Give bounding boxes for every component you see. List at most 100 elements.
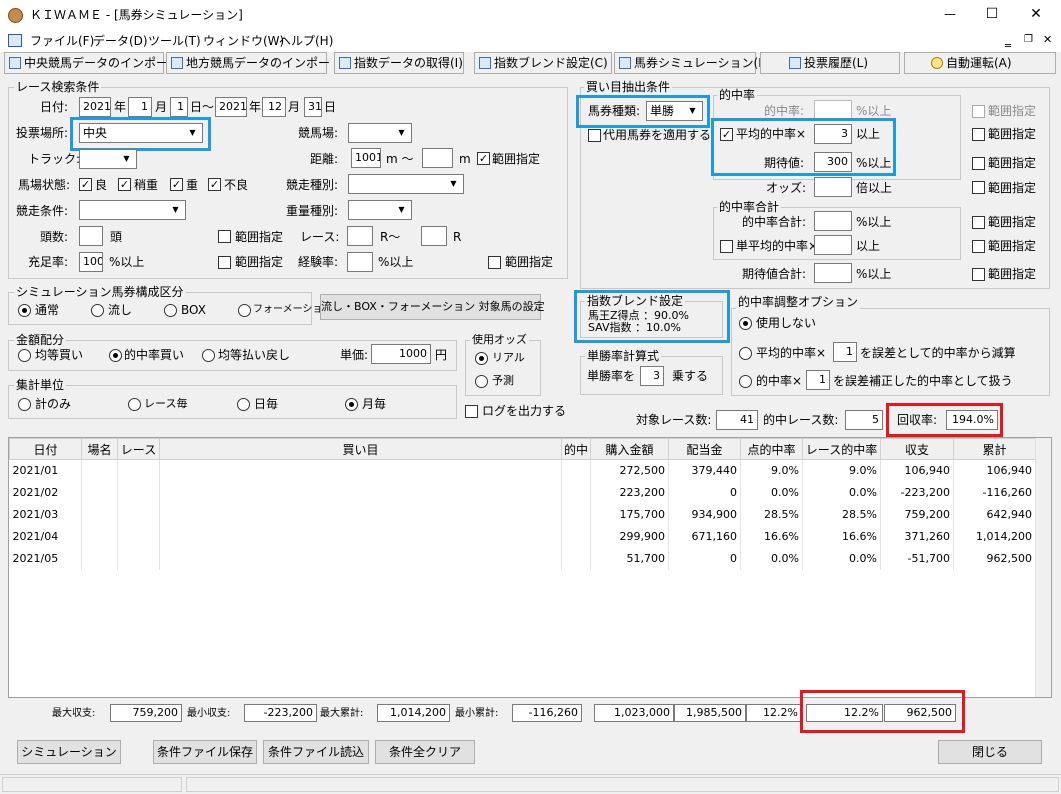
col-race-rate[interactable]: レース的中率 — [802, 438, 881, 460]
load-conditions-button[interactable]: 条件ファイル読込 — [263, 740, 369, 764]
single-range-checkbox[interactable] — [972, 240, 985, 253]
menu-help[interactable]: ヘルプ(H) — [279, 33, 333, 49]
col-bet[interactable]: 買い目 — [159, 438, 562, 460]
hitsum-input[interactable] — [814, 211, 852, 231]
hitrate-input[interactable] — [814, 100, 852, 120]
to-day[interactable]: 31 — [304, 97, 322, 117]
menu-data[interactable]: データ(D) — [93, 33, 148, 49]
save-conditions-button[interactable]: 条件ファイル保存 — [153, 740, 257, 764]
exp-input[interactable] — [347, 252, 373, 272]
clear-conditions-button[interactable]: 条件全クリア — [375, 740, 475, 764]
menu-file[interactable]: ファイル(F) — [30, 33, 94, 49]
course-select[interactable]: ▼ — [348, 123, 412, 143]
adjust-subtract-radio[interactable] — [739, 347, 752, 360]
odds-predict-radio[interactable] — [475, 375, 488, 388]
col-date[interactable]: 日付 — [9, 438, 82, 460]
to-month[interactable]: 12 — [262, 97, 286, 117]
tab-blend-settings[interactable]: 指数ブレンド設定(C) — [474, 52, 612, 74]
log-output-checkbox[interactable] — [465, 405, 478, 418]
mdi-restore-icon[interactable]: ❐ — [1024, 32, 1033, 48]
col-race[interactable]: レース — [117, 438, 160, 460]
cond-heavy-checkbox[interactable]: ✓ — [170, 178, 183, 191]
tab-get-index[interactable]: 指数データの取得(I) — [334, 52, 464, 74]
tab-import-central[interactable]: 中央競馬データのインポート(J) — [4, 52, 193, 74]
race-to-input[interactable] — [421, 226, 447, 246]
heads-input[interactable] — [79, 226, 103, 246]
grid-scrollbar[interactable] — [1035, 438, 1051, 697]
cond-good-checkbox[interactable]: ✓ — [79, 178, 92, 191]
formula-input[interactable]: 3 — [640, 366, 664, 386]
close-button[interactable]: 閉じる — [938, 740, 1042, 764]
amount-equal-radio[interactable] — [18, 349, 31, 362]
amount-refund-radio[interactable] — [202, 349, 215, 362]
adjust-subtract-input[interactable]: 1 — [833, 342, 857, 362]
table-row[interactable]: 2021/04 299,900 671,160 16.6% 16.6% 371,260 1,… — [9, 525, 1036, 548]
table-row[interactable]: 2021/02 223,200 0 0.0% 0.0% -223,200 -116,260 — [9, 481, 1036, 504]
table-row[interactable]: 2021/01 272,500 379,440 9.0% 9.0% 106,940 106,… — [9, 459, 1036, 482]
fill-input[interactable]: 100 — [79, 252, 103, 272]
minimize-button[interactable]: — — [938, 6, 962, 22]
col-payout[interactable]: 配当金 — [668, 438, 741, 460]
race-cond-select[interactable]: ▼ — [79, 200, 186, 220]
tab-auto-run[interactable]: 自動運転(A) — [904, 52, 1056, 74]
target-horse-settings-button[interactable]: 流し・BOX・フォーメーション 対象馬の設定 — [320, 294, 545, 320]
hitsum-range-checkbox[interactable] — [972, 216, 985, 229]
col-cumulative[interactable]: 累計 — [953, 438, 1036, 460]
heads-range-checkbox[interactable] — [218, 230, 231, 243]
agg-day-radio[interactable] — [237, 398, 250, 411]
col-purchase[interactable]: 購入金額 — [590, 438, 669, 460]
tab-vote-history[interactable]: 投票履歴(L) — [760, 52, 900, 74]
from-day[interactable]: 1 — [170, 97, 188, 117]
sim-box-radio[interactable] — [164, 304, 177, 317]
sim-nagashi-radio[interactable] — [91, 304, 104, 317]
track-select[interactable]: ▼ — [79, 149, 137, 169]
sim-formation-radio[interactable] — [238, 304, 251, 317]
col-balance[interactable]: 収支 — [880, 438, 954, 460]
cond-slight-checkbox[interactable]: ✓ — [118, 178, 131, 191]
col-hit[interactable]: 的中 — [561, 438, 591, 460]
tab-import-local[interactable]: 地方競馬データのインポート(N) — [166, 52, 360, 74]
evsum-range-checkbox[interactable] — [972, 268, 985, 281]
ev-range-checkbox[interactable] — [972, 157, 985, 170]
agg-total-radio[interactable] — [18, 398, 31, 411]
substitute-checkbox[interactable] — [588, 129, 601, 142]
exp-range-checkbox[interactable] — [488, 256, 501, 269]
avg-range-checkbox[interactable] — [972, 128, 985, 141]
race-from-input[interactable] — [347, 226, 373, 246]
single-avg-checkbox[interactable] — [720, 240, 733, 253]
tab-simulation[interactable]: 馬券シミュレーション(B) — [614, 52, 771, 74]
close-window-button[interactable]: ✕ — [1024, 6, 1048, 22]
from-year[interactable]: 2021 — [79, 97, 111, 117]
adjust-correct-radio[interactable] — [739, 375, 752, 388]
menu-window[interactable]: ウィンドウ(W) — [203, 33, 284, 49]
odds-min-input[interactable] — [814, 177, 852, 197]
weight-select[interactable]: ▼ — [348, 200, 412, 220]
col-pt-rate[interactable]: 点的中率 — [740, 438, 803, 460]
mdi-close-icon[interactable]: ✕ — [1043, 32, 1052, 48]
table-row[interactable]: 2021/03 175,700 934,900 28.5% 28.5% 759,200 64… — [9, 503, 1036, 526]
table-row[interactable]: 2021/05 51,700 0 0.0% 0.0% -51,700 962,500 — [9, 547, 1036, 570]
race-type-select[interactable]: ▼ — [348, 174, 464, 194]
distance-to[interactable] — [422, 148, 453, 168]
menu-tools[interactable]: ツール(T) — [148, 33, 201, 49]
amount-hitrate-radio[interactable] — [109, 349, 122, 362]
distance-from[interactable]: 1001 — [351, 148, 381, 168]
maximize-button[interactable]: ☐ — [980, 6, 1004, 22]
fill-range-checkbox[interactable] — [218, 256, 231, 269]
from-month[interactable]: 1 — [128, 97, 152, 117]
adjust-none-radio[interactable] — [739, 317, 752, 330]
simulate-button[interactable]: シミュレーション — [17, 740, 121, 764]
single-avg-input[interactable] — [814, 235, 852, 255]
evsum-input[interactable] — [814, 263, 852, 283]
hitrate-range-checkbox[interactable] — [972, 105, 985, 118]
col-venue[interactable]: 場名 — [81, 438, 118, 460]
distance-range-checkbox[interactable]: ✓ — [477, 152, 490, 165]
odds-range-checkbox[interactable] — [972, 181, 985, 194]
unit-price-input[interactable]: 1000 — [371, 344, 431, 364]
agg-race-radio[interactable] — [128, 398, 141, 411]
to-year[interactable]: 2021 — [215, 97, 247, 117]
mdi-minimize-icon[interactable]: ‗ — [1005, 32, 1011, 48]
odds-real-radio[interactable] — [475, 352, 488, 365]
agg-month-radio[interactable] — [345, 398, 358, 411]
cond-bad-checkbox[interactable]: ✓ — [208, 178, 221, 191]
